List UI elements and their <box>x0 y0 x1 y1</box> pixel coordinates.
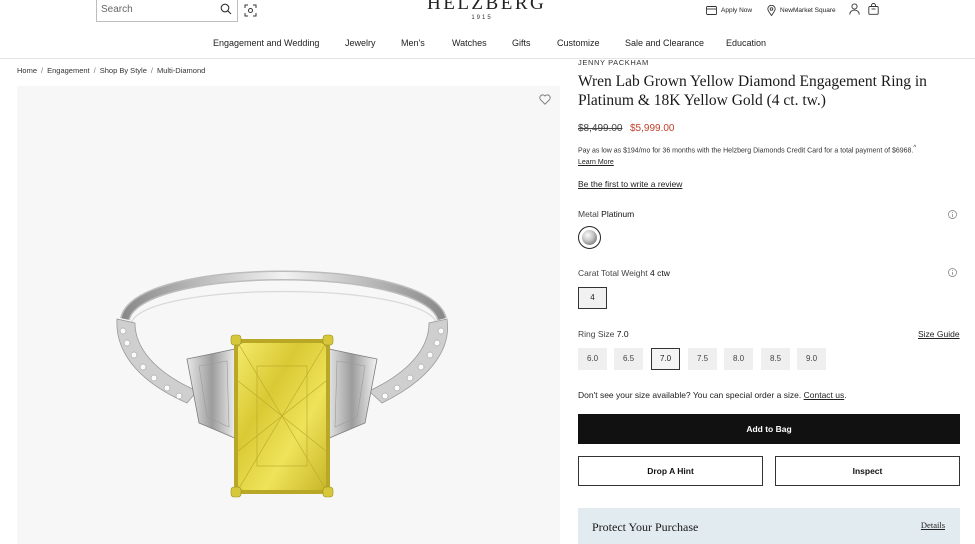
size-option-6-0[interactable]: 6.0 <box>578 348 607 370</box>
breadcrumb-separator: / <box>41 66 44 75</box>
write-review-link[interactable]: Be the first to write a review <box>578 179 682 189</box>
nav-customize[interactable]: Customize <box>557 38 600 48</box>
ring-size-value: 7.0 <box>616 329 629 339</box>
nav-engagement-wedding[interactable]: Engagement and Wedding <box>213 38 319 48</box>
breadcrumb-separator: / <box>150 66 153 75</box>
nav-gifts[interactable]: Gifts <box>512 38 531 48</box>
nav-sale-clearance[interactable]: Sale and Clearance <box>625 38 704 48</box>
logo-wordmark: HELZBERG <box>427 0 547 14</box>
breadcrumb: Home / Engagement / Shop By Style / Mult… <box>17 66 205 75</box>
nav-education[interactable]: Education <box>726 38 766 48</box>
financing-footnote-mark: ^ <box>913 145 917 151</box>
special-order-message: Don't see your size available? You can s… <box>578 390 847 400</box>
add-to-bag-button[interactable]: Add to Bag <box>578 414 960 444</box>
protect-purchase-title: Protect Your Purchase <box>592 520 699 534</box>
ring-size-label: Ring Size <box>578 329 615 339</box>
size-option-9-0[interactable]: 9.0 <box>797 348 826 370</box>
apply-now-label: Apply Now <box>721 6 753 14</box>
camera-search-icon[interactable] <box>244 4 257 17</box>
heart-icon[interactable] <box>539 94 551 105</box>
metal-option-label: Metal Platinum <box>578 209 634 219</box>
account-icon[interactable] <box>849 3 860 15</box>
size-option-7-5[interactable]: 7.5 <box>688 348 717 370</box>
store-name: NewMarket Square <box>780 6 836 14</box>
metal-label: Metal <box>578 209 599 219</box>
learn-more-link[interactable]: Learn More <box>578 159 614 166</box>
search-icon[interactable] <box>220 3 232 15</box>
ring-size-option-label: Ring Size 7.0 <box>578 329 629 339</box>
nav-jewelry[interactable]: Jewelry <box>345 38 376 48</box>
breadcrumb-engagement[interactable]: Engagement <box>47 66 90 75</box>
size-option-8-5[interactable]: 8.5 <box>761 348 790 370</box>
header-divider <box>0 58 975 59</box>
ring-product-image <box>116 270 449 498</box>
breadcrumb-shop-by-style[interactable]: Shop By Style <box>100 66 147 75</box>
carat-label: Carat Total Weight <box>578 268 648 278</box>
info-icon[interactable] <box>948 210 957 219</box>
main-nav: Engagement and Wedding Jewelry Men's Wat… <box>0 38 975 52</box>
size-option-7-0[interactable]: 7.0 <box>651 348 680 370</box>
sale-price: $5,999.00 <box>630 123 675 134</box>
size-option-6-5[interactable]: 6.5 <box>614 348 643 370</box>
search-input[interactable] <box>101 1 213 17</box>
breadcrumb-multi-diamond[interactable]: Multi-Diamond <box>157 66 205 75</box>
special-order-text: Don't see your size available? You can s… <box>578 390 802 400</box>
helzberg-logo[interactable]: HELZBERG 1915 <box>427 0 547 22</box>
product-title: Wren Lab Grown Yellow Diamond Engagement… <box>578 73 927 109</box>
breadcrumb-home[interactable]: Home <box>17 66 37 75</box>
special-order-period: . <box>844 390 847 400</box>
carat-value: 4 ctw <box>650 268 670 278</box>
drop-a-hint-button[interactable]: Drop A Hint <box>578 456 763 486</box>
carat-option-4[interactable]: 4 <box>578 287 607 309</box>
bag-icon[interactable] <box>868 3 879 15</box>
logo-year: 1915 <box>471 15 493 21</box>
store-locator-link[interactable]: NewMarket Square <box>767 4 836 16</box>
breadcrumb-separator: / <box>93 66 96 75</box>
original-price: $8,499.00 <box>578 123 623 134</box>
protect-purchase-panel: Protect Your Purchase Details <box>578 508 960 544</box>
size-option-8-0[interactable]: 8.0 <box>724 348 753 370</box>
metal-swatch-platinum[interactable] <box>578 226 601 249</box>
inspect-button[interactable]: Inspect <box>775 456 960 486</box>
financing-text: Pay as low as $194/mo for 36 months with… <box>578 147 914 155</box>
location-pin-icon <box>767 4 776 16</box>
search-box[interactable] <box>96 0 238 22</box>
platinum-swatch-fill <box>582 230 597 245</box>
apply-now-link[interactable]: Apply Now <box>706 4 752 16</box>
nav-watches[interactable]: Watches <box>452 38 487 48</box>
carat-option-label: Carat Total Weight 4 ctw <box>578 268 670 278</box>
product-brand: JENNY PACKHAM <box>578 58 649 67</box>
financing-message: Pay as low as $194/mo for 36 months with… <box>578 142 963 169</box>
info-icon[interactable] <box>948 268 957 277</box>
product-image-gallery[interactable] <box>17 86 560 544</box>
protect-details-link[interactable]: Details <box>921 520 945 530</box>
metal-value: Platinum <box>601 209 635 219</box>
credit-card-icon <box>706 5 717 15</box>
contact-us-link[interactable]: Contact us <box>804 390 845 400</box>
nav-mens[interactable]: Men's <box>401 38 425 48</box>
size-guide-link[interactable]: Size Guide <box>918 329 960 339</box>
